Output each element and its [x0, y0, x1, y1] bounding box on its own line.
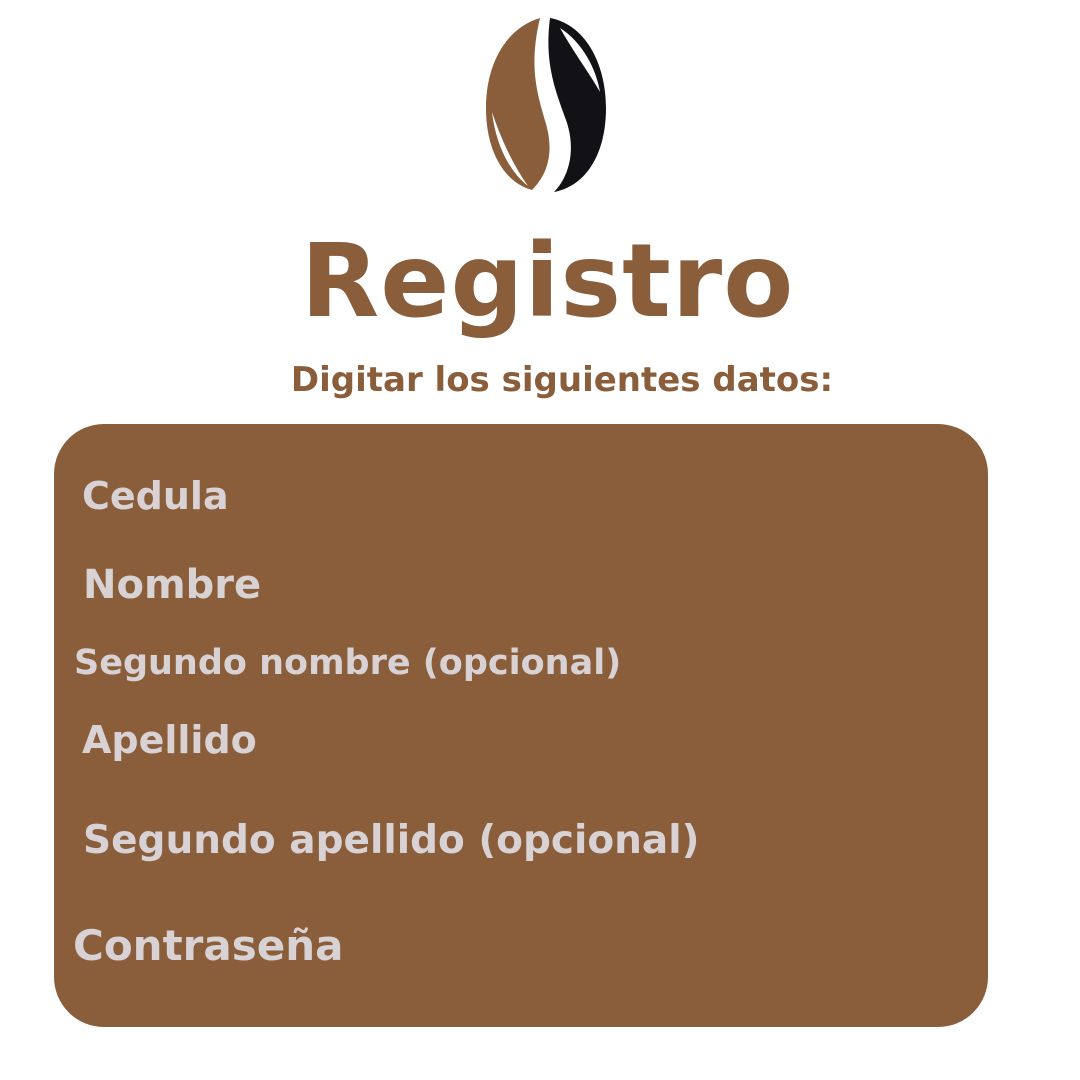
- segundo-nombre-field[interactable]: Segundo nombre (opcional): [74, 642, 621, 684]
- password-field[interactable]: Contraseña: [73, 922, 343, 970]
- page-title: Registro: [300, 222, 795, 341]
- apellido-field[interactable]: Apellido: [82, 718, 257, 762]
- segundo-apellido-field[interactable]: Segundo apellido (opcional): [83, 818, 699, 864]
- cedula-field[interactable]: Cedula: [82, 474, 229, 518]
- page-subtitle: Digitar los siguientes datos:: [290, 360, 834, 400]
- coffee-bean-icon: [486, 18, 606, 192]
- registration-form: Cedula Nombre Segundo nombre (opcional) …: [54, 424, 988, 1027]
- nombre-field[interactable]: Nombre: [83, 562, 261, 608]
